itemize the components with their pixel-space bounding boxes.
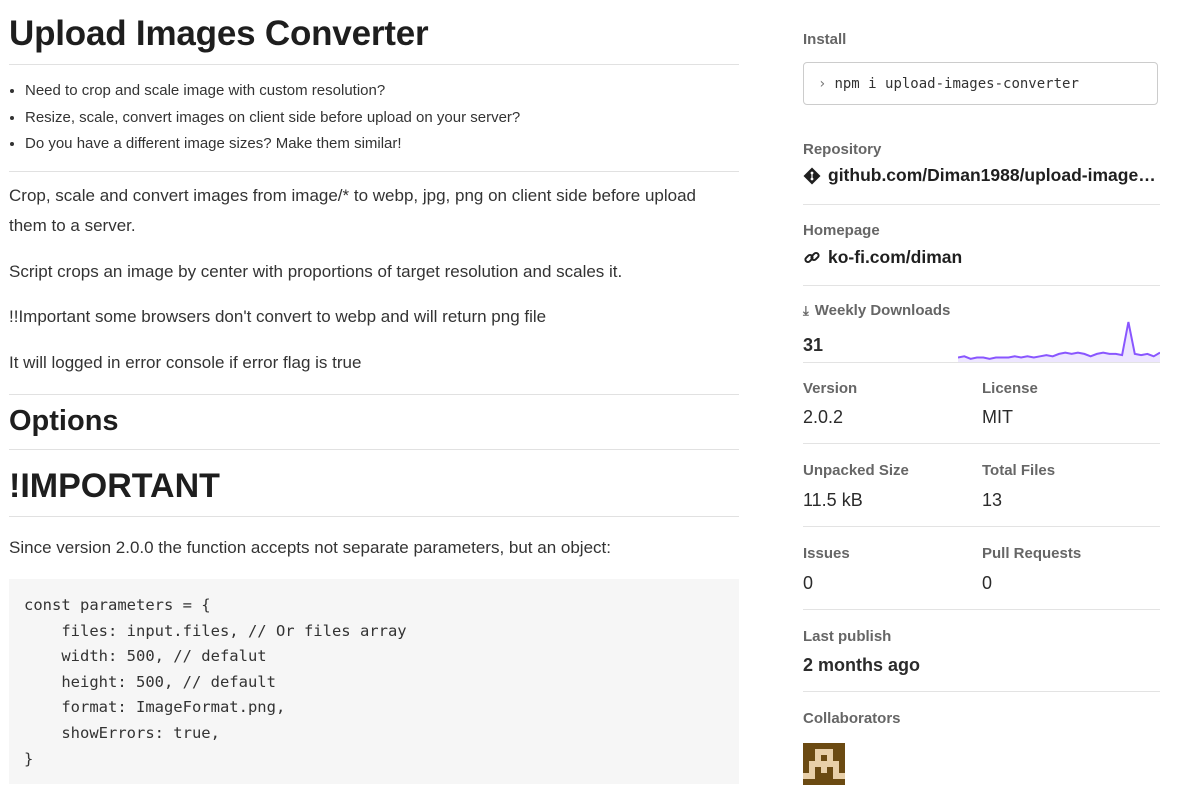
homepage-link[interactable]: ko-fi.com/diman [828, 247, 962, 268]
version-value: 2.0.2 [803, 407, 844, 427]
divider [803, 285, 1160, 286]
git-icon [803, 167, 821, 185]
since-version-text: Since version 2.0.0 the function accepts… [9, 538, 611, 557]
list-item: Need to crop and scale image with custom… [25, 80, 520, 107]
total-files-value: 13 [982, 490, 1003, 510]
pull-requests-label: Pull Requests [982, 545, 1082, 562]
divider [803, 204, 1160, 205]
license-value: MIT [982, 407, 1013, 427]
issues-label: Issues [803, 545, 850, 562]
repository-link[interactable]: github.com/Diman1988/upload-images-... [828, 165, 1158, 186]
description-paragraph: !!Important some browsers don't convert … [9, 307, 547, 326]
weekly-downloads-label-row: ⤓ Weekly Downloads [803, 302, 950, 319]
divider [9, 64, 739, 65]
license-label: License [982, 380, 1038, 397]
chevron-right-icon: › [818, 75, 827, 92]
code-text: const parameters = { files: input.files,… [24, 596, 407, 768]
unpacked-size-label: Unpacked Size [803, 462, 909, 479]
install-command-box[interactable]: › npm i upload-images-converter [803, 62, 1158, 105]
version-label: Version [803, 380, 858, 397]
divider [9, 394, 739, 395]
divider [9, 171, 739, 172]
list-item: Resize, scale, convert images on client … [25, 107, 520, 134]
divider [803, 609, 1160, 610]
divider [803, 526, 1160, 527]
collaborators-label: Collaborators [803, 710, 901, 727]
divider [803, 691, 1160, 692]
repository-label: Repository [803, 141, 882, 158]
divider [803, 443, 1160, 444]
link-icon [803, 249, 821, 267]
total-files-label: Total Files [982, 462, 1056, 479]
description-paragraph: Crop, scale and convert images from imag… [9, 186, 697, 235]
last-publish-value: 2 months ago [803, 655, 921, 675]
divider [9, 449, 739, 450]
code-block: const parameters = { files: input.files,… [9, 579, 739, 784]
feature-list: Need to crop and scale image with custom… [9, 80, 520, 160]
divider [9, 516, 739, 517]
weekly-downloads-label: Weekly Downloads [814, 302, 951, 319]
divider [803, 362, 1160, 363]
description-paragraph: It will logged in error console if error… [9, 353, 362, 372]
install-command: npm i upload-images-converter [834, 75, 1079, 92]
important-heading: !IMPORTANT [9, 467, 220, 505]
weekly-downloads-value: 31 [803, 335, 824, 355]
unpacked-size-value: 11.5 kB [803, 490, 863, 510]
avatar[interactable] [803, 743, 845, 785]
downloads-sparkline [958, 321, 1160, 362]
install-label: Install [803, 31, 847, 48]
options-heading: Options [9, 405, 119, 437]
repository-link-row[interactable]: github.com/Diman1988/upload-images-... [803, 165, 1158, 186]
download-icon: ⤓ [803, 302, 809, 318]
pull-requests-value: 0 [982, 573, 993, 593]
homepage-label: Homepage [803, 222, 880, 239]
issues-value: 0 [803, 573, 814, 593]
list-item: Do you have a different image sizes? Mak… [25, 133, 520, 160]
page-title: Upload Images Converter [9, 14, 429, 53]
last-publish-label: Last publish [803, 628, 892, 645]
description-paragraph: Script crops an image by center with pro… [9, 262, 623, 281]
homepage-link-row[interactable]: ko-fi.com/diman [803, 247, 962, 268]
